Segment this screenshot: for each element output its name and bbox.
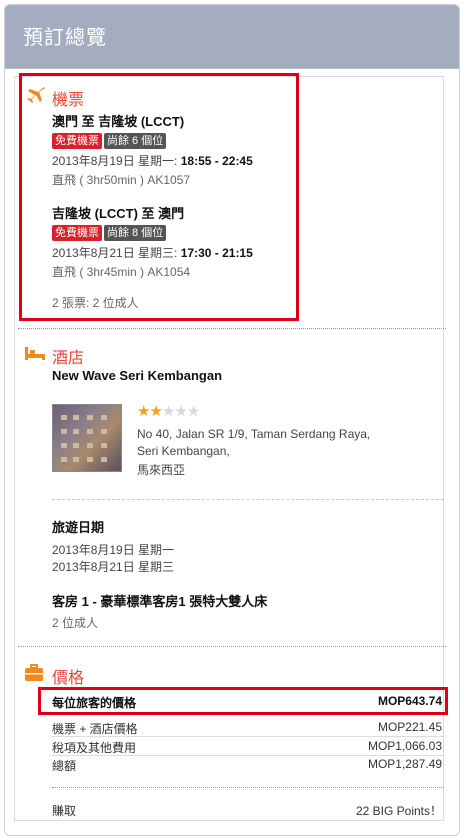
taxes-label: 稅項及其他費用 [52, 741, 137, 755]
outbound-time: 18:55 - 22:45 [180, 154, 253, 168]
earn-label: 賺取 [52, 804, 77, 818]
hotel-section-title: 酒店 [52, 348, 85, 367]
star-icon: ★ [161, 403, 175, 420]
return-route: 吉隆坡 (LCCT) 至 澳門 [52, 206, 185, 221]
divider [52, 787, 444, 788]
flight-hotel-price-value: MOP221.45 [377, 720, 442, 734]
room-type: 客房 1 - 豪華標準客房1 張特大雙人床 [52, 594, 268, 609]
return-date: 2013年8月21日 星期三: 17:30 - 21:15 [52, 244, 253, 261]
big-points-value: 22 BIG Points！ [355, 804, 442, 818]
return-badges: 免費機票 尚餘 8 個位 [52, 225, 167, 241]
bed-icon [24, 345, 46, 361]
ticket-summary: 2 張票: 2 位成人 [52, 296, 139, 310]
hotel-address-line2: Seri Kembangan, [137, 444, 230, 458]
divider [52, 499, 444, 500]
hotel-name: New Wave Seri Kembangan [52, 368, 223, 383]
taxes-value: MOP1,066.03 [367, 739, 442, 753]
star-icon: ★ [186, 403, 200, 420]
seats-left-badge: 尚餘 6 個位 [104, 133, 167, 149]
outbound-badges: 免費機票 尚餘 6 個位 [52, 133, 167, 149]
hotel-address-line3: 馬來西亞 [137, 463, 186, 477]
panel-title: 預訂總覽 [5, 5, 459, 69]
divider [52, 755, 444, 756]
star-icon: ★ [174, 403, 187, 420]
outbound-date-text: 2013年8月19日 星期一: [52, 154, 181, 168]
outbound-route: 澳門 至 吉隆坡 (LCCT) [52, 114, 185, 129]
divider [18, 328, 446, 329]
plane-icon [26, 86, 46, 104]
free-ticket-badge: 免費機票 [52, 225, 102, 241]
per-person-value: MOP643.74 [377, 694, 442, 708]
check-out-date: 2013年8月21日 星期三 [52, 560, 175, 574]
star-icon: ★ [137, 403, 150, 420]
per-person-label: 每位旅客的價格 [52, 696, 137, 710]
hotel-photo[interactable] [52, 404, 122, 472]
seats-left-badge: 尚餘 8 個位 [104, 225, 167, 241]
briefcase-icon [24, 664, 44, 682]
return-time: 17:30 - 21:15 [180, 246, 253, 260]
return-flight-info: 直飛 ( 3hr45min ) AK1054 [52, 265, 191, 279]
flights-section-title: 機票 [52, 90, 85, 109]
price-section-title: 價格 [52, 668, 85, 687]
divider [52, 736, 444, 737]
check-in-date: 2013年8月19日 星期一 [52, 543, 175, 557]
hotel-star-rating: ★★★★★ [137, 402, 200, 420]
free-ticket-badge: 免費機票 [52, 133, 102, 149]
star-icon: ★ [149, 403, 162, 420]
total-label: 總額 [52, 759, 77, 773]
room-guests: 2 位成人 [52, 616, 99, 630]
flight-hotel-price-label: 機票 + 酒店價格 [52, 722, 138, 736]
total-value: MOP1,287.49 [367, 757, 442, 771]
hotel-address-line1: No 40, Jalan SR 1/9, Taman Serdang Raya, [137, 427, 371, 441]
outbound-date: 2013年8月19日 星期一: 18:55 - 22:45 [52, 152, 253, 169]
divider [18, 646, 446, 647]
outbound-flight-info: 直飛 ( 3hr50min ) AK1057 [52, 173, 191, 187]
travel-dates-label: 旅遊日期 [52, 520, 105, 535]
return-date-text: 2013年8月21日 星期三: [52, 246, 181, 260]
